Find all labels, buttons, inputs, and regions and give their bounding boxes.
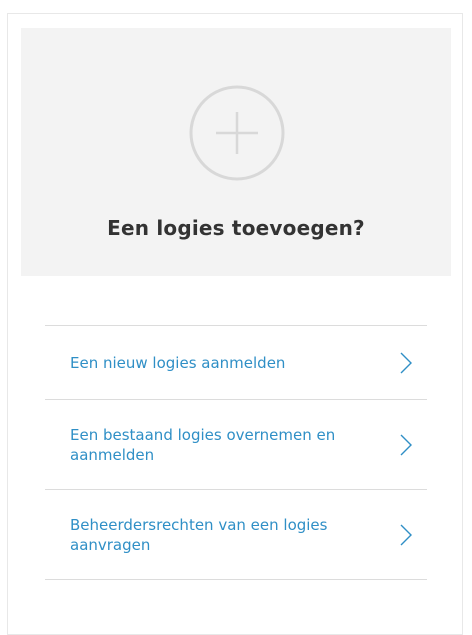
plus-circle-icon[interactable] (189, 85, 285, 181)
hero-title: Een logies toevoegen? (107, 216, 365, 240)
link-label[interactable]: Een bestaand logies overnemen en aanmeld… (45, 425, 370, 465)
add-logies-card: Een logies toevoegen? Een nieuw logies a… (7, 13, 463, 635)
hero-panel: Een logies toevoegen? (21, 28, 451, 276)
chevron-right-icon (400, 434, 412, 456)
link-take-over-logies[interactable]: Een bestaand logies overnemen en aanmeld… (45, 400, 427, 490)
chevron-right-icon (400, 352, 412, 374)
link-new-logies[interactable]: Een nieuw logies aanmelden (45, 326, 427, 400)
link-label[interactable]: Beheerdersrechten van een logies aanvrag… (45, 515, 370, 555)
link-label[interactable]: Een nieuw logies aanmelden (45, 353, 370, 373)
chevron-right-icon (400, 524, 412, 546)
action-list: Een nieuw logies aanmelden Een bestaand … (45, 325, 427, 580)
link-request-admin-rights[interactable]: Beheerdersrechten van een logies aanvrag… (45, 490, 427, 580)
